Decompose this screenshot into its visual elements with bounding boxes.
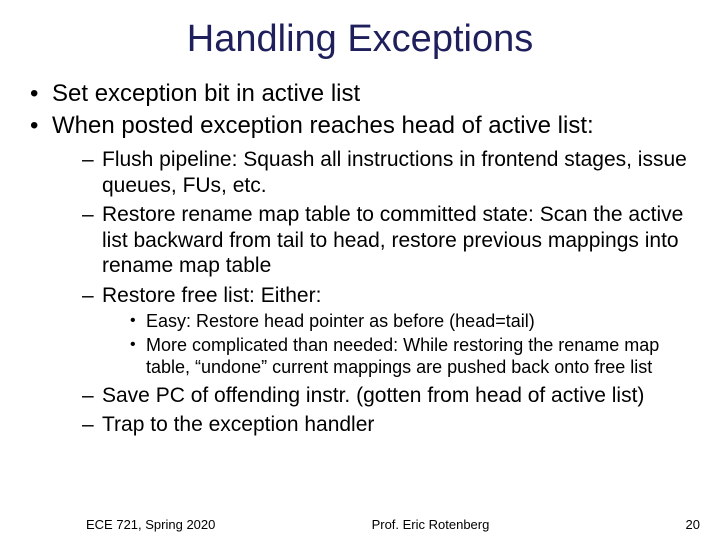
sub-sub-item: More complicated than needed: While rest… bbox=[130, 335, 702, 379]
bullet-text: When posted exception reaches head of ac… bbox=[52, 112, 594, 139]
sub-sub-text: More complicated than needed: While rest… bbox=[146, 335, 659, 377]
sub-text: Restore free list: Either: bbox=[102, 284, 321, 307]
bullet-text: Set exception bit in active list bbox=[52, 80, 360, 107]
sub-text: Save PC of offending instr. (gotten from… bbox=[102, 384, 644, 407]
sub-text: Flush pipeline: Squash all instructions … bbox=[102, 148, 687, 197]
sub-item: Restore rename map table to committed st… bbox=[82, 202, 702, 279]
bullet-item: When posted exception reaches head of ac… bbox=[30, 111, 702, 438]
footer-page: 20 bbox=[686, 517, 700, 532]
sub-text: Trap to the exception handler bbox=[102, 413, 374, 436]
footer: ECE 721, Spring 2020 Prof. Eric Rotenber… bbox=[0, 517, 720, 532]
sub-item: Restore free list: Either: Easy: Restore… bbox=[82, 283, 702, 378]
footer-author: Prof. Eric Rotenberg bbox=[175, 517, 685, 532]
sub-sub-item: Easy: Restore head pointer as before (he… bbox=[130, 311, 702, 333]
sub-item: Save PC of offending instr. (gotten from… bbox=[82, 383, 702, 409]
bullet-list: Set exception bit in active list When po… bbox=[18, 79, 702, 438]
sub-item: Flush pipeline: Squash all instructions … bbox=[82, 147, 702, 198]
slide-title: Handling Exceptions bbox=[18, 18, 702, 61]
sub-item: Trap to the exception handler bbox=[82, 412, 702, 438]
sub-text: Restore rename map table to committed st… bbox=[102, 203, 683, 277]
sub-sub-list: Easy: Restore head pointer as before (he… bbox=[102, 311, 702, 379]
bullet-item: Set exception bit in active list bbox=[30, 79, 702, 109]
sub-list: Flush pipeline: Squash all instructions … bbox=[52, 147, 702, 438]
slide: Handling Exceptions Set exception bit in… bbox=[0, 0, 720, 540]
sub-sub-text: Easy: Restore head pointer as before (he… bbox=[146, 311, 535, 331]
